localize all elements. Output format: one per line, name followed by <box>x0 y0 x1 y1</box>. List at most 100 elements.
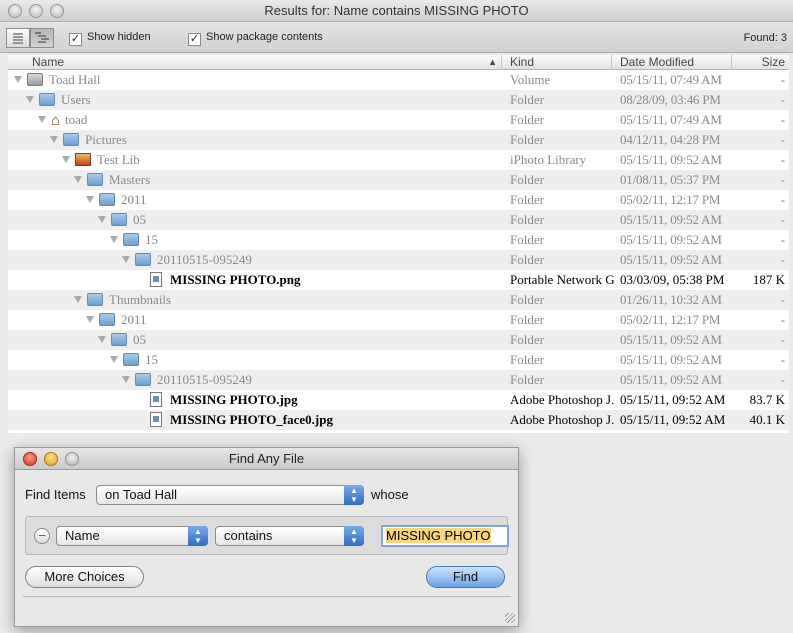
disclosure-triangle-icon[interactable] <box>50 136 58 143</box>
volume-icon <box>27 73 43 86</box>
table-row[interactable]: 05 Folder 05/15/11, 09:52 AM - <box>8 210 789 230</box>
row-name-cell: Users <box>8 90 502 110</box>
row-name-cell: Toad Hall <box>8 70 502 90</box>
folder-icon <box>123 233 139 246</box>
table-row[interactable]: Thumbnails Folder 01/26/11, 10:32 AM - <box>8 290 789 310</box>
row-date-cell: 03/03/09, 05:38 PM <box>620 272 725 287</box>
table-row[interactable]: 15 Folder 05/15/11, 09:52 AM - <box>8 230 789 250</box>
attribute-popup[interactable]: Name ▲ ▼ <box>56 526 208 546</box>
row-kind-cell: Folder <box>510 252 544 267</box>
toolbar: ✓ Show hidden ✓ Show package contents Foun… <box>0 23 793 53</box>
search-text-field[interactable]: MISSING PHOTO <box>381 525 509 547</box>
dialog-title: Find Any File <box>228 451 305 466</box>
row-date-cell: 05/15/11, 09:52 AM <box>620 232 722 247</box>
table-row[interactable]: ⌂ toad Folder 05/15/11, 07:49 AM - <box>8 110 789 130</box>
table-row[interactable]: 15 Folder 05/15/11, 09:52 AM - <box>8 350 789 370</box>
disclosure-triangle-icon[interactable] <box>14 76 22 83</box>
iphoto-library-icon <box>75 153 91 166</box>
close-window-icon[interactable] <box>8 4 22 18</box>
folder-icon <box>99 193 115 206</box>
row-name-cell: 20110515-095249 <box>8 250 502 270</box>
row-size-cell: - <box>780 232 785 247</box>
row-date-cell: 08/28/09, 03:46 PM <box>620 92 721 107</box>
table-row[interactable]: 20110515-095249 Folder 05/15/11, 09:52 AM - <box>8 250 789 270</box>
show-hidden-label: Show hidden <box>87 31 151 43</box>
disclosure-triangle-icon[interactable] <box>110 236 118 243</box>
column-header-name[interactable]: Name ▲ <box>8 55 502 70</box>
operator-popup[interactable]: contains ▲ ▼ <box>215 526 364 546</box>
row-name-cell: Masters <box>8 170 502 190</box>
table-row[interactable]: Pictures Folder 04/12/11, 04:28 PM - <box>8 130 789 150</box>
column-header-size[interactable]: Size <box>732 55 789 70</box>
table-row[interactable]: MISSING PHOTO.jpg Adobe Photoshop J... 05/… <box>8 390 789 410</box>
remove-criterion-button[interactable]: − <box>34 528 50 544</box>
row-size-cell: 187 K <box>752 272 785 287</box>
column-header-kind[interactable]: Kind <box>502 55 612 70</box>
table-row[interactable]: Test Lib iPhoto Library 05/15/11, 09:52 AM… <box>8 150 789 170</box>
table-row[interactable]: Users Folder 08/28/09, 03:46 PM - <box>8 90 789 110</box>
table-row[interactable]: 2011 Folder 05/02/11, 12:17 PM - <box>8 190 789 210</box>
row-name-cell: 15 <box>8 230 502 250</box>
disclosure-triangle-icon[interactable] <box>98 216 106 223</box>
row-kind-cell: Folder <box>510 292 544 307</box>
row-size-cell: 83.7 K <box>749 392 785 407</box>
row-kind-cell: Volume <box>510 72 551 87</box>
row-name-cell: Pictures <box>8 130 502 150</box>
table-row[interactable]: 2011 Folder 05/02/11, 12:17 PM - <box>8 310 789 330</box>
show-package-contents-checkbox[interactable]: ✓ Show package contents <box>188 30 323 46</box>
disclosure-triangle-icon[interactable] <box>38 116 46 123</box>
table-row[interactable]: 05 Folder 05/15/11, 09:52 AM - <box>8 330 789 350</box>
disclosure-triangle-icon[interactable] <box>86 316 94 323</box>
row-date-cell: 04/12/11, 04:28 PM <box>620 132 721 147</box>
column-header-date[interactable]: Date Modified <box>612 55 732 70</box>
row-size-cell: - <box>780 112 785 127</box>
table-row[interactable]: Toad Hall Volume 05/15/11, 07:49 AM - <box>8 70 789 90</box>
dialog-titlebar: Find Any File <box>15 448 518 470</box>
dialog-divider <box>23 596 511 597</box>
outline-view-button[interactable] <box>30 28 54 48</box>
disclosure-triangle-icon[interactable] <box>86 196 94 203</box>
row-kind-cell: Folder <box>510 352 544 367</box>
more-choices-button[interactable]: More Choices <box>25 566 144 588</box>
row-name-cell: 15 <box>8 350 502 370</box>
row-kind-cell: iPhoto Library <box>510 152 587 167</box>
disclosure-triangle-icon[interactable] <box>62 156 70 163</box>
find-button[interactable]: Find <box>426 566 505 588</box>
popup-arrows-icon: ▲ ▼ <box>344 485 364 505</box>
zoom-window-icon[interactable] <box>50 4 64 18</box>
disclosure-triangle-icon[interactable] <box>98 336 106 343</box>
row-size-cell: - <box>780 332 785 347</box>
row-date-cell: 05/15/11, 09:52 AM <box>620 332 722 347</box>
disclosure-triangle-icon[interactable] <box>122 376 130 383</box>
show-hidden-checkbox[interactable]: ✓ Show hidden <box>69 30 151 46</box>
disclosure-triangle-icon[interactable] <box>26 96 34 103</box>
disclosure-triangle-icon[interactable] <box>110 356 118 363</box>
list-view-button[interactable] <box>6 28 30 48</box>
close-dialog-icon[interactable] <box>23 452 37 466</box>
table-row[interactable]: Masters Folder 01/08/11, 05:37 PM - <box>8 170 789 190</box>
row-date-cell: 05/15/11, 09:52 AM <box>620 252 722 267</box>
row-date-cell: 05/15/11, 09:52 AM <box>620 412 726 427</box>
criteria-row: − Name ▲ ▼ contains ▲ ▼ MISSING PHOTO <box>25 516 509 555</box>
row-kind-cell: Folder <box>510 232 544 247</box>
folder-icon <box>123 353 139 366</box>
row-size-cell: - <box>780 252 785 267</box>
disclosure-triangle-icon[interactable] <box>122 256 130 263</box>
users-folder-icon <box>39 93 55 106</box>
folder-icon <box>99 313 115 326</box>
location-popup[interactable]: on Toad Hall ▲ ▼ <box>96 485 364 505</box>
row-name-cell: 05 <box>8 330 502 350</box>
row-size-cell: - <box>780 212 785 227</box>
minimize-dialog-icon[interactable] <box>44 452 58 466</box>
minimize-window-icon[interactable] <box>29 4 43 18</box>
resize-grip-icon[interactable] <box>505 613 515 623</box>
disclosure-triangle-icon[interactable] <box>74 296 82 303</box>
row-name-cell: Test Lib <box>8 150 502 170</box>
zoom-dialog-icon[interactable] <box>65 452 79 466</box>
table-row[interactable]: 20110515-095249 Folder 05/15/11, 09:52 AM - <box>8 370 789 390</box>
row-name-cell: MISSING PHOTO.png <box>8 270 502 290</box>
table-header: Name ▲ Kind Date Modified Size <box>8 55 789 70</box>
disclosure-triangle-icon[interactable] <box>74 176 82 183</box>
table-row[interactable]: MISSING PHOTO_face0.jpg Adobe Photoshop J… <box>8 410 789 430</box>
table-row[interactable]: MISSING PHOTO.png Portable Network G... 03… <box>8 270 789 290</box>
